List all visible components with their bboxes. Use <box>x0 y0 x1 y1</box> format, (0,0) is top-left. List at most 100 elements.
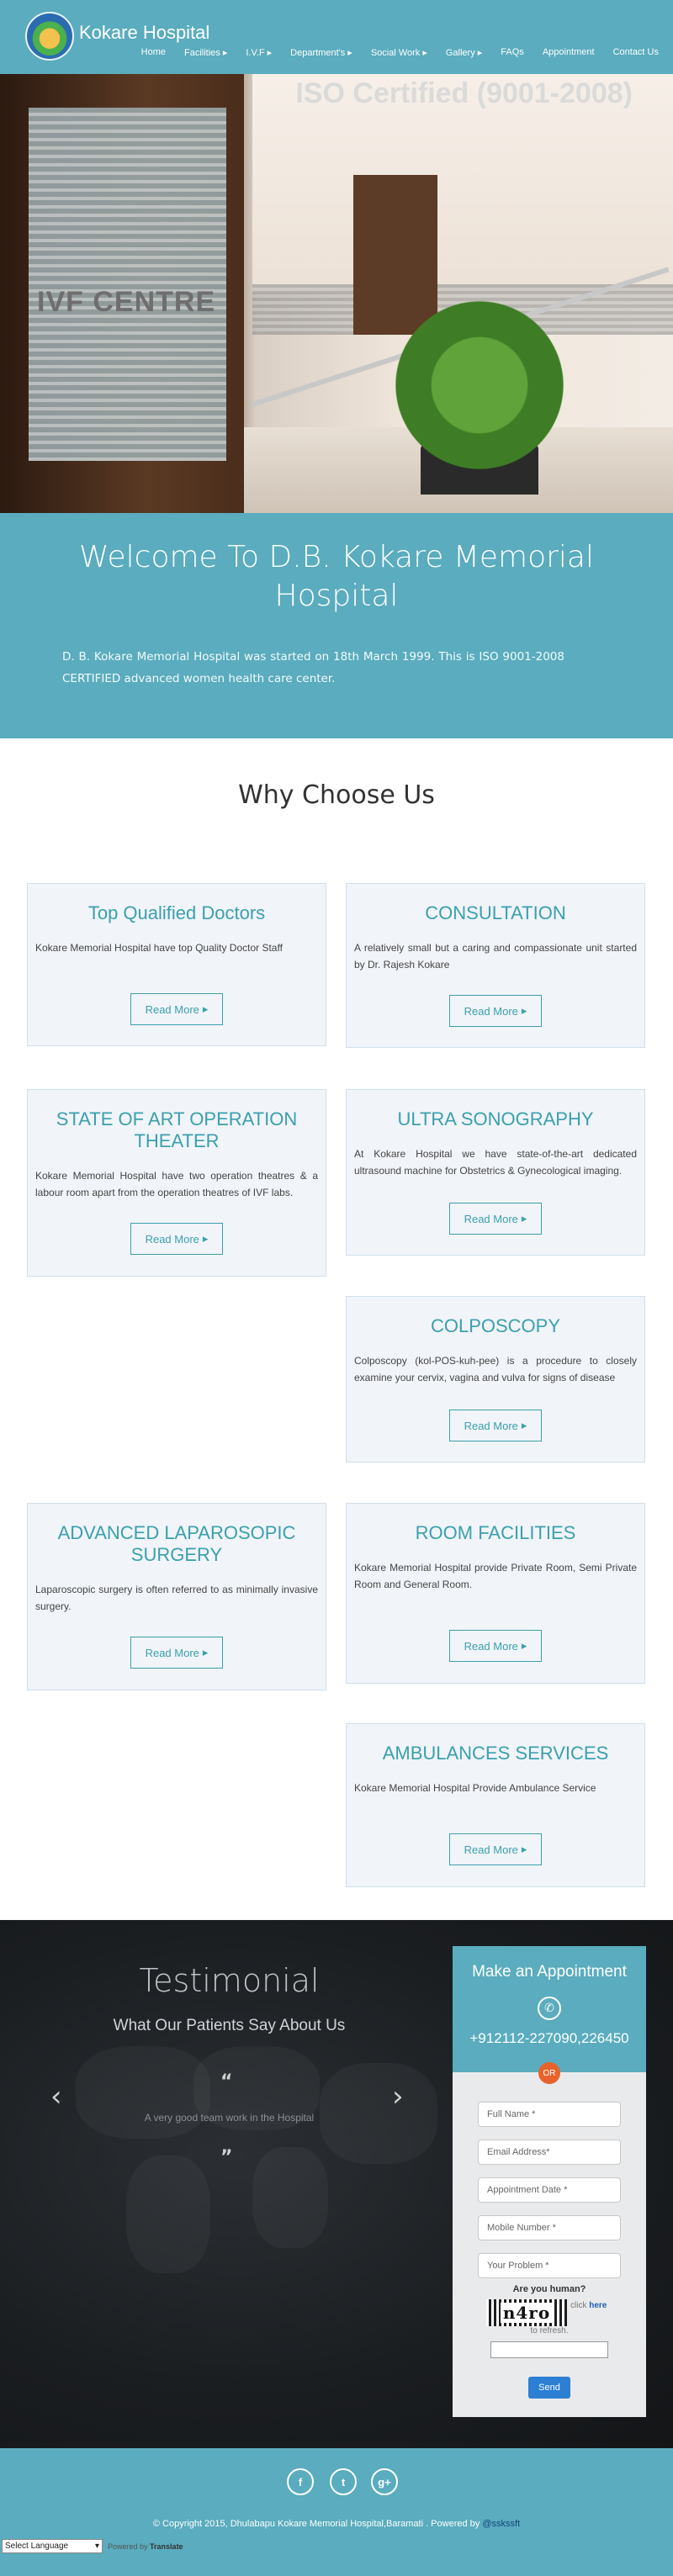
chevron-down-icon: ▾ <box>94 2542 99 2551</box>
quote-close-icon: ” <box>220 2147 233 2168</box>
google-plus-icon[interactable]: g+ <box>371 2468 398 2495</box>
card-text: Kokare Memorial Hospital provide Private… <box>354 1562 637 1590</box>
caret-right-icon: ▸ <box>202 1002 209 1015</box>
card-title: CONSULTATION <box>425 902 566 923</box>
nav-ivf[interactable]: I.V.F ▸ <box>236 47 281 58</box>
appointment-phone[interactable]: +912112-227090,226450 <box>453 2030 646 2047</box>
testimonial-title: Testimonial <box>139 1962 320 1999</box>
full-name-field[interactable]: Full Name * <box>478 2102 621 2127</box>
company-link[interactable]: @sskssft <box>482 2519 520 2529</box>
hero-door-glass <box>29 108 226 461</box>
chevron-right-icon[interactable]: › <box>392 2080 404 2113</box>
captcha-input[interactable] <box>490 2341 608 2358</box>
testimonial-section: Testimonial What Our Patients Say About … <box>0 1920 673 2448</box>
iso-certified-text: ISO Certified (9001-2008) <box>295 77 633 109</box>
card-title: ULTRA SONOGRAPHY <box>397 1108 594 1129</box>
nav-gallery[interactable]: Gallery ▸ <box>437 47 491 58</box>
captcha-text: n4ro <box>500 2303 554 2323</box>
read-more-label: Read More <box>145 1646 199 1659</box>
card-room-facilities: ROOM FACILITIES Kokare Memorial Hospital… <box>346 1503 645 1684</box>
card-text: At Kokare Hospital we have state-of-the-… <box>354 1148 637 1177</box>
card-title: AMBULANCES SERVICES <box>382 1743 609 1764</box>
card-laparoscopic-surgery: ADVANCED LAPAROSOPIC SURGERY Laparoscopi… <box>27 1503 326 1690</box>
caret-right-icon: ▸ <box>202 1646 209 1658</box>
card-text: Laparoscopic surgery is often referred t… <box>35 1584 318 1612</box>
phone-icon: ✆ <box>538 1997 561 2020</box>
card-ultra-sonography: ULTRA SONOGRAPHY At Kokare Hospital we h… <box>346 1089 645 1256</box>
copyright-text: © Copyright 2015, Dhulabapu Kokare Memor… <box>0 2519 673 2529</box>
captcha-image: n4ro <box>486 2299 567 2326</box>
problem-field[interactable]: Your Problem * <box>478 2253 621 2278</box>
read-more-button[interactable]: Read More ▸ <box>130 1637 223 1669</box>
email-field[interactable]: Email Address* <box>478 2140 621 2165</box>
caret-right-icon: ▸ <box>521 1419 527 1431</box>
read-more-label: Read More <box>464 1843 518 1856</box>
nav-facilities[interactable]: Facilities ▸ <box>175 47 236 58</box>
read-more-button[interactable]: Read More ▸ <box>449 1833 542 1865</box>
read-more-button[interactable]: Read More ▸ <box>449 1630 542 1662</box>
card-top-qualified-doctors: Top Qualified Doctors Kokare Memorial Ho… <box>27 883 326 1046</box>
read-more-label: Read More <box>145 1232 199 1246</box>
welcome-text: D. B. Kokare Memorial Hospital was start… <box>62 650 564 685</box>
appointment-form: Make an Appointment ✆ +912112-227090,226… <box>453 1946 646 2417</box>
appointment-date-field[interactable]: Appointment Date * <box>478 2177 621 2203</box>
nav-home[interactable]: Home <box>132 47 175 58</box>
click-prefix: click <box>570 2301 587 2310</box>
card-colposcopy: COLPOSCOPY Colposcopy (kol-POS-kuh-pee) … <box>346 1296 645 1463</box>
send-button[interactable]: Send <box>528 2377 570 2399</box>
nav-appointment[interactable]: Appointment <box>533 47 604 58</box>
or-badge: OR <box>538 2062 560 2084</box>
appointment-title: Make an Appointment <box>472 1963 627 1981</box>
refresh-text: to refresh. <box>530 2326 569 2335</box>
read-more-button[interactable]: Read More ▸ <box>130 1223 223 1255</box>
card-operation-theater: STATE OF ART OPERATION THEATER Kokare Me… <box>27 1089 326 1277</box>
caret-right-icon: ▸ <box>521 1639 527 1652</box>
read-more-button[interactable]: Read More ▸ <box>449 1410 542 1441</box>
testimonial-quote: A very good team work in the Hospital <box>144 2112 315 2124</box>
card-title: COLPOSCOPY <box>430 1315 561 1336</box>
card-text: Colposcopy (kol-POS-kuh-pee) is a proced… <box>354 1355 637 1383</box>
main-nav: Home Facilities ▸ I.V.F ▸ Department's ▸… <box>132 47 668 58</box>
read-more-label: Read More <box>464 1419 518 1432</box>
nav-social-work[interactable]: Social Work ▸ <box>362 47 437 58</box>
language-selector: Select Language ▾ Powered by Translate <box>2 2539 183 2553</box>
card-title: Top Qualified Doctors <box>87 902 266 923</box>
brand-name[interactable]: Kokare Hospital <box>79 22 209 44</box>
captcha-label: Are you human? <box>512 2284 586 2294</box>
read-more-label: Read More <box>464 1639 518 1653</box>
hero-plant <box>395 301 564 469</box>
testimonial-subtitle: What Our Patients Say About Us <box>113 2017 346 2034</box>
hero-inner-door <box>353 175 437 335</box>
mobile-number-field[interactable]: Mobile Number * <box>478 2215 621 2240</box>
language-select-label: Select Language <box>5 2542 69 2551</box>
read-more-button[interactable]: Read More ▸ <box>130 993 223 1025</box>
nav-faqs[interactable]: FAQs <box>491 47 533 58</box>
world-map-shape <box>76 2046 210 2139</box>
card-ambulance-services: AMBULANCES SERVICES Kokare Memorial Hosp… <box>346 1723 645 1887</box>
twitter-icon[interactable]: t <box>330 2468 357 2495</box>
read-more-button[interactable]: Read More ▸ <box>449 995 542 1027</box>
read-more-label: Read More <box>145 1002 199 1016</box>
facebook-icon[interactable]: f <box>287 2468 314 2495</box>
chevron-left-icon[interactable]: ‹ <box>50 2080 62 2113</box>
language-select[interactable]: Select Language ▾ <box>2 2539 103 2553</box>
world-map-shape <box>126 2155 210 2273</box>
captcha-refresh-link[interactable]: here <box>589 2301 607 2310</box>
card-text: A relatively small but a caring and comp… <box>354 942 637 971</box>
caret-right-icon: ▸ <box>202 1232 209 1245</box>
read-more-button[interactable]: Read More ▸ <box>449 1203 542 1235</box>
site-header: Kokare Hospital Home Facilities ▸ I.V.F … <box>0 0 673 74</box>
powered-prefix: Powered by <box>108 2542 148 2551</box>
nav-departments[interactable]: Department's ▸ <box>281 47 362 58</box>
door-sign: IVF CENTRE <box>37 286 216 318</box>
quote-open-icon: “ <box>220 2071 233 2092</box>
card-title: ADVANCED LAPAROSOPIC SURGERY <box>57 1522 296 1565</box>
caret-right-icon: ▸ <box>521 1004 527 1017</box>
hospital-logo-icon[interactable] <box>25 12 74 61</box>
caret-right-icon: ▸ <box>521 1843 527 1855</box>
welcome-section: Welcome To D.B. Kokare Memorial Hospital… <box>0 513 673 738</box>
world-map-shape <box>252 2147 328 2248</box>
translate-brand: Translate <box>150 2542 183 2551</box>
nav-contact-us[interactable]: Contact Us <box>604 47 668 58</box>
hero-banner: IVF CENTRE ISO Certified (9001-2008) <box>0 74 673 513</box>
